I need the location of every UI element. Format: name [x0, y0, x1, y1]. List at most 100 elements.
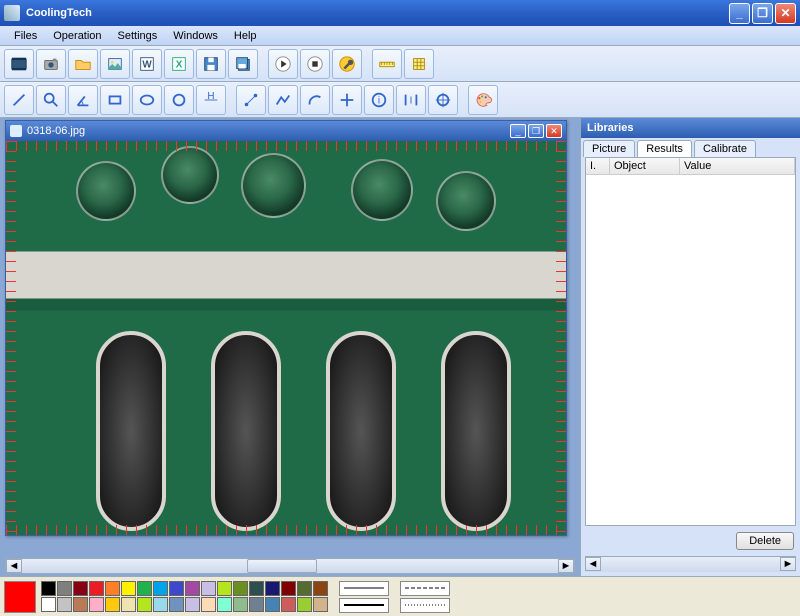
color-swatch[interactable] [281, 597, 296, 612]
color-swatch[interactable] [169, 581, 184, 596]
image-window-title: 0318-06.jpg [27, 125, 85, 137]
line-style-dash[interactable] [400, 581, 450, 596]
wrench-icon[interactable] [332, 49, 362, 79]
color-swatch[interactable] [57, 581, 72, 596]
col-index[interactable]: I. [586, 158, 610, 174]
color-swatch[interactable] [137, 581, 152, 596]
color-swatch[interactable] [313, 597, 328, 612]
color-swatch[interactable] [153, 597, 168, 612]
folder-open-icon[interactable] [68, 49, 98, 79]
h-measure-icon[interactable]: H [196, 85, 226, 115]
cross-icon[interactable] [332, 85, 362, 115]
color-swatch[interactable] [89, 597, 104, 612]
color-swatch[interactable] [105, 597, 120, 612]
ruler-left [6, 141, 16, 535]
menu-settings[interactable]: Settings [110, 28, 166, 44]
color-swatch[interactable] [121, 581, 136, 596]
color-swatch[interactable] [169, 597, 184, 612]
ruler-h-icon[interactable] [372, 49, 402, 79]
film-icon[interactable] [4, 49, 34, 79]
image-window-close[interactable]: ✕ [546, 124, 562, 138]
stop-icon[interactable] [300, 49, 330, 79]
ruler-grid-icon[interactable] [404, 49, 434, 79]
crosshair-icon[interactable] [428, 85, 458, 115]
color-swatch[interactable] [185, 581, 200, 596]
current-color[interactable] [4, 581, 36, 613]
ruler-bottom [6, 525, 566, 535]
menu-help[interactable]: Help [226, 28, 265, 44]
excel-export-icon[interactable]: X [164, 49, 194, 79]
color-swatch[interactable] [201, 581, 216, 596]
col-value[interactable]: Value [680, 158, 795, 174]
image-window-minimize[interactable]: _ [510, 124, 526, 138]
menu-windows[interactable]: Windows [165, 28, 226, 44]
color-swatch[interactable] [41, 597, 56, 612]
tab-results[interactable]: Results [637, 140, 692, 157]
lib-scroll-right[interactable]: ► [780, 557, 796, 571]
save-icon[interactable] [196, 49, 226, 79]
color-swatch[interactable] [297, 581, 312, 596]
color-swatch[interactable] [121, 597, 136, 612]
info-icon[interactable]: i [364, 85, 394, 115]
color-swatch[interactable] [217, 581, 232, 596]
image-canvas[interactable] [6, 141, 566, 535]
tab-calibrate[interactable]: Calibrate [694, 140, 756, 157]
save-as-icon[interactable] [228, 49, 258, 79]
workspace-hscrollbar[interactable]: ◄ ► [5, 558, 575, 574]
color-swatch[interactable] [281, 581, 296, 596]
menu-operation[interactable]: Operation [45, 28, 109, 44]
color-swatch[interactable] [185, 597, 200, 612]
line-style-dot[interactable] [400, 598, 450, 613]
color-swatch[interactable] [265, 597, 280, 612]
color-swatch[interactable] [313, 581, 328, 596]
libraries-hscrollbar[interactable]: ◄ ► [585, 556, 796, 572]
color-swatch[interactable] [153, 581, 168, 596]
arc-icon[interactable] [300, 85, 330, 115]
color-swatch[interactable] [89, 581, 104, 596]
color-swatch[interactable] [297, 597, 312, 612]
rect-tool-icon[interactable] [100, 85, 130, 115]
image-window-titlebar[interactable]: 0318-06.jpg _ ❐ ✕ [6, 121, 566, 141]
color-swatch[interactable] [105, 581, 120, 596]
image-icon[interactable] [100, 49, 130, 79]
delete-button[interactable]: Delete [736, 532, 794, 550]
image-window-maximize[interactable]: ❐ [528, 124, 544, 138]
color-swatch[interactable] [249, 581, 264, 596]
col-object[interactable]: Object [610, 158, 680, 174]
color-swatch[interactable] [265, 581, 280, 596]
color-swatch[interactable] [73, 581, 88, 596]
color-swatch[interactable] [233, 597, 248, 612]
lib-scroll-left[interactable]: ◄ [585, 557, 601, 571]
word-export-icon[interactable]: W [132, 49, 162, 79]
scroll-left-button[interactable]: ◄ [6, 559, 22, 573]
color-swatch[interactable] [57, 597, 72, 612]
color-swatch[interactable] [233, 581, 248, 596]
ellipse-tool-icon[interactable] [132, 85, 162, 115]
color-swatch[interactable] [201, 597, 216, 612]
menu-files[interactable]: Files [6, 28, 45, 44]
maximize-button[interactable]: ❐ [752, 3, 773, 24]
angle-tool-icon[interactable] [68, 85, 98, 115]
circle-tool-icon[interactable] [164, 85, 194, 115]
camera-icon[interactable] [36, 49, 66, 79]
distance-icon[interactable] [236, 85, 266, 115]
palette-icon[interactable] [468, 85, 498, 115]
line-style-solid[interactable] [339, 581, 389, 596]
play-icon[interactable] [268, 49, 298, 79]
close-button[interactable]: ✕ [775, 3, 796, 24]
tab-picture[interactable]: Picture [583, 140, 635, 157]
scroll-right-button[interactable]: ► [558, 559, 574, 573]
line-tool-icon[interactable] [4, 85, 34, 115]
results-list[interactable]: I. Object Value [585, 157, 796, 526]
text-width-icon[interactable]: I [396, 85, 426, 115]
minimize-button[interactable]: _ [729, 3, 750, 24]
line-style-thick[interactable] [339, 598, 389, 613]
color-swatch[interactable] [73, 597, 88, 612]
color-swatch[interactable] [41, 581, 56, 596]
color-swatch[interactable] [217, 597, 232, 612]
polyline-icon[interactable] [268, 85, 298, 115]
color-swatch[interactable] [249, 597, 264, 612]
scroll-thumb[interactable] [247, 559, 317, 573]
color-swatch[interactable] [137, 597, 152, 612]
zoom-tool-icon[interactable] [36, 85, 66, 115]
